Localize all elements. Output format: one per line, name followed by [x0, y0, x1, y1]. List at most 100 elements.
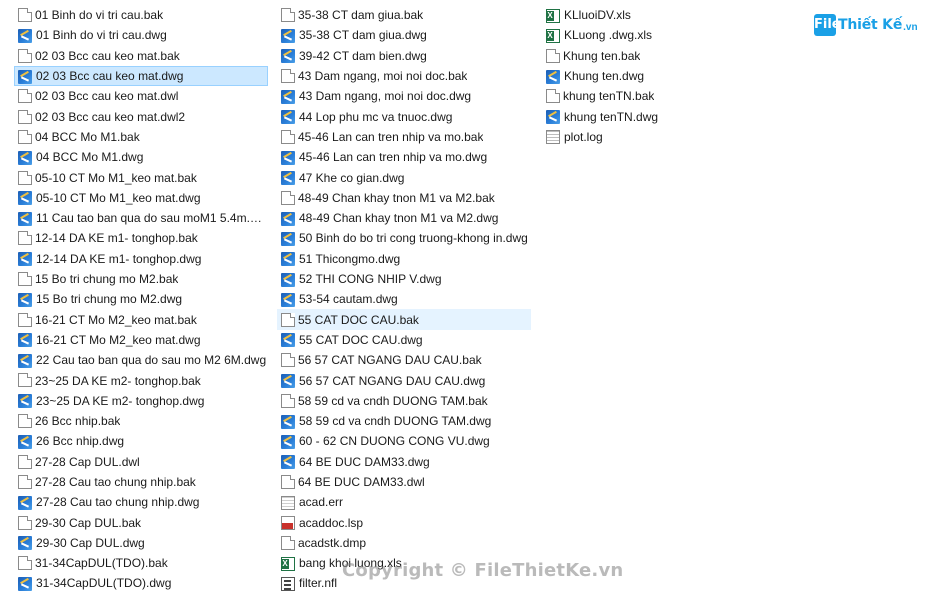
file-name: 04 BCC Mo M1.bak: [35, 129, 140, 144]
file-item[interactable]: 35-38 CT dam giua.bak: [277, 5, 531, 25]
file-item[interactable]: 35-38 CT dam giua.dwg: [277, 25, 531, 45]
file-name: 50 Binh do bo tri cong truong-khong in.d…: [299, 231, 528, 246]
file-item[interactable]: 48-49 Chan khay tnon M1 va M2.dwg: [277, 208, 531, 228]
file-item[interactable]: 26 Bcc nhip.bak: [14, 411, 268, 431]
dwg-icon: [281, 272, 295, 287]
file-item[interactable]: acaddoc.lsp: [277, 512, 531, 532]
file-name: 53-54 cautam.dwg: [299, 292, 398, 307]
file-item[interactable]: 05-10 CT Mo M1_keo mat.dwg: [14, 188, 268, 208]
file-item[interactable]: 11 Cau tao ban qua do sau moM1 5.4m.dwg: [14, 208, 268, 228]
file-item[interactable]: KLuong .dwg.xls: [542, 25, 692, 45]
file-name: 58 59 cd va cndh DUONG TAM.bak: [298, 393, 488, 408]
file-item[interactable]: 45-46 Lan can tren nhip va mo.bak: [277, 127, 531, 147]
file-item[interactable]: 27-28 Cap DUL.dwl: [14, 452, 268, 472]
file-item[interactable]: 15 Bo tri chung mo M2.dwg: [14, 289, 268, 309]
file-item[interactable]: khung tenTN.bak: [542, 86, 692, 106]
file-name: 56 57 CAT NGANG DAU CAU.bak: [298, 353, 482, 368]
file-item[interactable]: acadstk.dmp: [277, 533, 531, 553]
file-name: acaddoc.lsp: [299, 515, 364, 530]
file-item[interactable]: 56 57 CAT NGANG DAU CAU.dwg: [277, 370, 531, 390]
file-item[interactable]: plot.log: [542, 127, 692, 147]
file-item[interactable]: 12-14 DA KE m1- tonghop.dwg: [14, 249, 268, 269]
file-item[interactable]: Khung ten.bak: [542, 46, 692, 66]
file-name: 39-42 CT dam bien.dwg: [299, 48, 427, 63]
file-list: 01 Binh do vi tri cau.bak 01 Binh do vi t…: [0, 0, 950, 598]
file-item[interactable]: 02 03 Bcc cau keo mat.dwl: [14, 86, 268, 106]
file-name: 02 03 Bcc cau keo mat.dwl: [35, 89, 179, 104]
file-item[interactable]: Khung ten.dwg: [542, 66, 692, 86]
file-name: 05-10 CT Mo M1_keo mat.dwg: [36, 190, 201, 205]
file-item[interactable]: 51 Thicongmo.dwg: [277, 249, 531, 269]
file-item[interactable]: 04 BCC Mo M1.bak: [14, 127, 268, 147]
file-item[interactable]: 58 59 cd va cndh DUONG TAM.dwg: [277, 411, 531, 431]
file-item[interactable]: 27-28 Cau tao chung nhip.bak: [14, 472, 268, 492]
file-name: 35-38 CT dam giua.dwg: [299, 28, 427, 43]
file-item[interactable]: 64 BE DUC DAM33.dwg: [277, 452, 531, 472]
file-name: 02 03 Bcc cau keo mat.dwg: [36, 69, 184, 84]
file-item[interactable]: 27-28 Cau tao chung nhip.dwg: [14, 492, 268, 512]
file-item[interactable]: 31-34CapDUL(TDO).dwg: [14, 573, 268, 593]
dwg-icon: [281, 49, 295, 64]
file-item[interactable]: khung tenTN.dwg: [542, 106, 692, 126]
file-item[interactable]: 15 Bo tri chung mo M2.bak: [14, 269, 268, 289]
file-item[interactable]: 55 CAT DOC CAU.dwg: [277, 330, 531, 350]
file-name: 02 03 Bcc cau keo mat.bak: [35, 48, 180, 63]
file-icon: [281, 535, 295, 550]
file-item[interactable]: 01 Binh do vi tri cau.dwg: [14, 25, 268, 45]
file-item[interactable]: 44 Lop phu mc va tnuoc.dwg: [277, 106, 531, 126]
file-name: Khung ten.dwg: [564, 69, 645, 84]
dwg-icon: [18, 292, 32, 307]
file-item[interactable]: 43 Dam ngang, moi noi doc.dwg: [277, 86, 531, 106]
file-icon: [18, 129, 32, 144]
file-item[interactable]: 22 Cau tao ban qua do sau mo M2 6M.dwg: [14, 350, 268, 370]
file-item[interactable]: acad.err: [277, 492, 531, 512]
dwg-icon: [281, 110, 295, 125]
file-item[interactable]: 23~25 DA KE m2- tonghop.dwg: [14, 391, 268, 411]
file-item[interactable]: 02 03 Bcc cau keo mat.dwg: [14, 65, 268, 87]
file-item[interactable]: 02 03 Bcc cau keo mat.bak: [14, 46, 268, 66]
file-item[interactable]: 23~25 DA KE m2- tonghop.bak: [14, 370, 268, 390]
file-icon: [281, 393, 295, 408]
file-name: acad.err: [299, 495, 344, 510]
file-item[interactable]: 60 - 62 CN DUONG CONG VU.dwg: [277, 431, 531, 451]
file-item[interactable]: 05-10 CT Mo M1_keo mat.bak: [14, 167, 268, 187]
file-name: 52 THI CONG NHIP V.dwg: [299, 272, 442, 287]
file-name: filter.nfl: [299, 576, 338, 591]
file-item[interactable]: 26 Bcc nhip.dwg: [14, 431, 268, 451]
file-item[interactable]: 64 BE DUC DAM33.dwl: [277, 472, 531, 492]
err-icon: [281, 495, 295, 510]
file-name: 05-10 CT Mo M1_keo mat.bak: [35, 170, 197, 185]
xls-icon: [546, 28, 560, 43]
file-icon: [18, 414, 32, 429]
file-icon: [546, 48, 560, 63]
file-icon: [18, 474, 32, 489]
file-item[interactable]: 53-54 cautam.dwg: [277, 289, 531, 309]
file-item[interactable]: 43 Dam ngang, moi noi doc.bak: [277, 66, 531, 86]
file-item[interactable]: 16-21 CT Mo M2_keo mat.bak: [14, 309, 268, 329]
file-item[interactable]: 47 Khe co gian.dwg: [277, 167, 531, 187]
file-item[interactable]: 39-42 CT dam bien.dwg: [277, 46, 531, 66]
file-name: 48-49 Chan khay tnon M1 va M2.dwg: [299, 211, 499, 226]
dwg-icon: [546, 110, 560, 125]
file-name: Khung ten.bak: [563, 48, 641, 63]
file-item[interactable]: 29-30 Cap DUL.dwg: [14, 533, 268, 553]
file-item[interactable]: 56 57 CAT NGANG DAU CAU.bak: [277, 350, 531, 370]
file-item[interactable]: 02 03 Bcc cau keo mat.dwl2: [14, 106, 268, 126]
file-icon: [281, 190, 295, 205]
file-item[interactable]: KLluoiDV.xls: [542, 5, 692, 25]
file-item[interactable]: 31-34CapDUL(TDO).bak: [14, 553, 268, 573]
file-item[interactable]: 12-14 DA KE m1- tonghop.bak: [14, 228, 268, 248]
file-item[interactable]: 01 Binh do vi tri cau.bak: [14, 5, 268, 25]
file-item[interactable]: 48-49 Chan khay tnon M1 va M2.bak: [277, 188, 531, 208]
file-item[interactable]: 52 THI CONG NHIP V.dwg: [277, 269, 531, 289]
file-column-2: 35-38 CT dam giua.bak 35-38 CT dam giua.d…: [277, 5, 531, 594]
file-item[interactable]: 16-21 CT Mo M2_keo mat.dwg: [14, 330, 268, 350]
file-item[interactable]: 55 CAT DOC CAU.bak: [277, 309, 531, 330]
file-item[interactable]: 29-30 Cap DUL.bak: [14, 512, 268, 532]
file-icon: [18, 454, 32, 469]
file-item[interactable]: 04 BCC Mo M1.dwg: [14, 147, 268, 167]
file-item[interactable]: 45-46 Lan can tren nhip va mo.dwg: [277, 147, 531, 167]
file-item[interactable]: 58 59 cd va cndh DUONG TAM.bak: [277, 391, 531, 411]
file-item[interactable]: 50 Binh do bo tri cong truong-khong in.d…: [277, 228, 531, 248]
file-name: 31-34CapDUL(TDO).bak: [35, 556, 168, 571]
